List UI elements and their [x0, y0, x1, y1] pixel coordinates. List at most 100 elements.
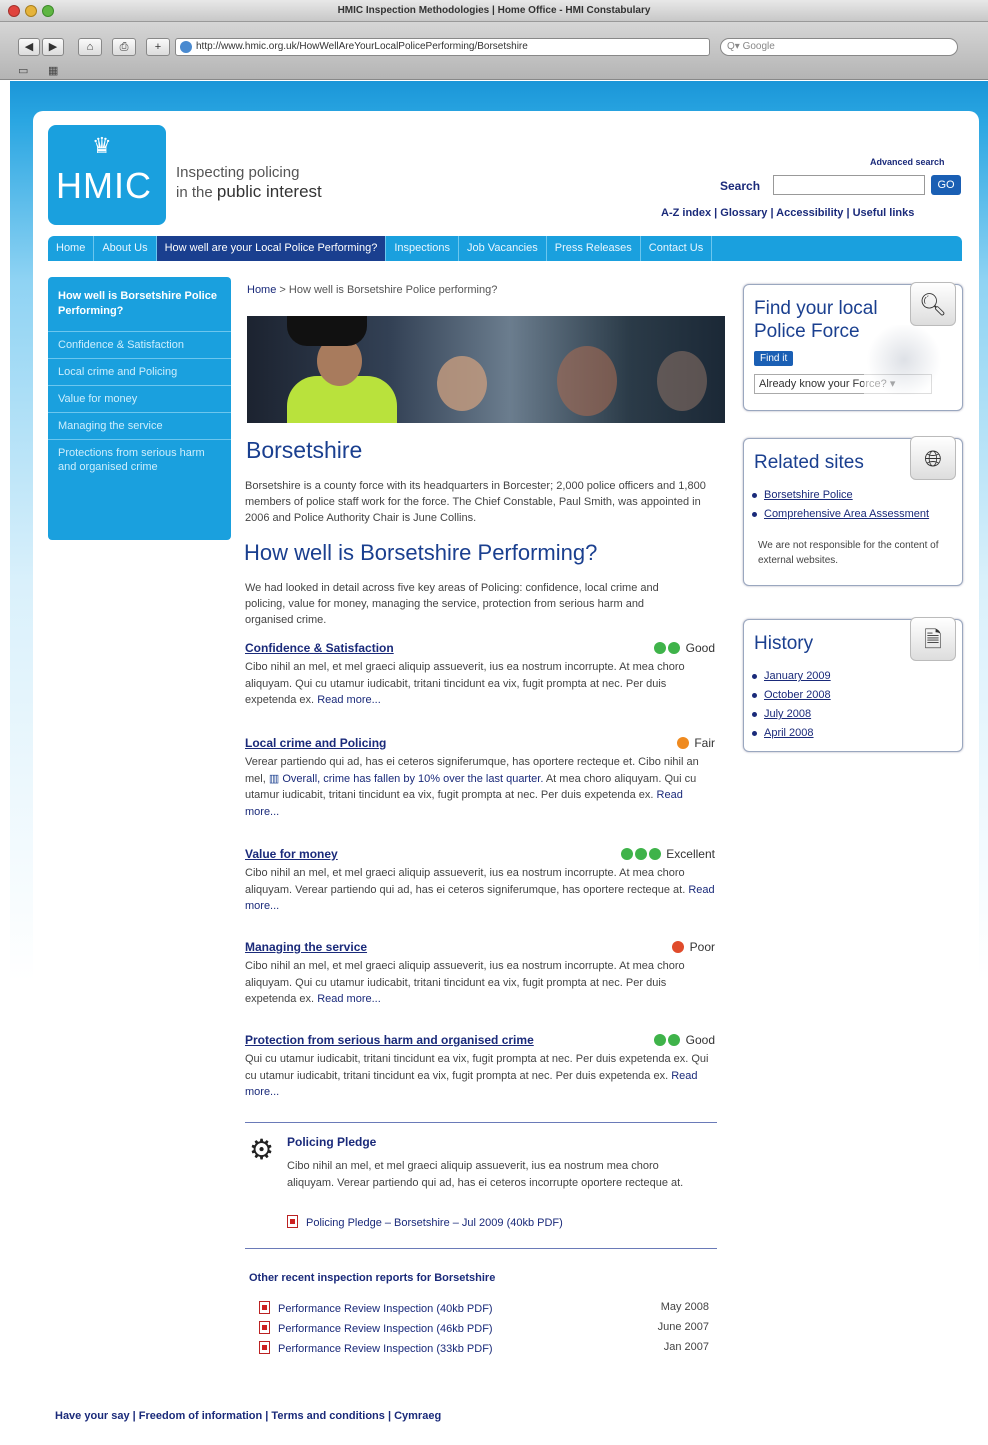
breadcrumb-current: > How well is Borsetshire Police perform… [276, 284, 498, 296]
sidebar-heading[interactable]: How well is Borsetshire Police Performin… [48, 277, 231, 332]
external-sites-note: We are not responsible for the content o… [758, 540, 939, 566]
search-icon: Q▾ [727, 41, 743, 52]
nav-job-vacancies[interactable]: Job Vacancies [459, 236, 547, 261]
sidebar-item-local-crime[interactable]: Local crime and Policing [48, 359, 231, 386]
sidebar-item-confidence[interactable]: Confidence & Satisfaction [48, 332, 231, 359]
go-button[interactable]: GO [931, 175, 961, 195]
url-bar[interactable]: http://www.hmic.org.uk/HowWellAreYourLoc… [175, 38, 710, 56]
section-title[interactable]: Local crime and Policing [245, 736, 715, 750]
good-dot-icon [668, 1034, 681, 1046]
pledge-body: Cibo nihil an mel, et mel graeci aliquip… [287, 1160, 684, 1189]
list-item[interactable]: Borsetshire Police [752, 486, 952, 505]
sidebar-item-value[interactable]: Value for money [48, 386, 231, 413]
rating-badge: Poor [672, 940, 715, 954]
report-item[interactable]: Performance Review Inspection (33kb PDF)… [259, 1341, 709, 1355]
nav-local-police[interactable]: How well are your Local Police Performin… [156, 236, 387, 261]
rating-badge: Excellent [620, 847, 715, 861]
history-widget: 🗎 History January 2009 October 2008 July… [743, 617, 963, 752]
nav-about-us[interactable]: About Us [94, 236, 157, 261]
url-text: http://www.hmic.org.uk/HowWellAreYourLoc… [196, 41, 528, 52]
rating-badge: Fair [676, 736, 715, 750]
section-body: Cibo nihil an mel, et mel graeci aliquip… [245, 867, 715, 912]
nav-home[interactable]: Home [48, 236, 95, 261]
back-button[interactable]: ◀ [18, 38, 40, 56]
top-sites-icon[interactable]: ▦ [48, 64, 58, 77]
chart-icon: ▥ [268, 772, 280, 785]
home-button[interactable]: ⌂ [78, 38, 102, 56]
list-item[interactable]: July 2008 [752, 705, 952, 724]
report-link[interactable]: Performance Review Inspection (33kb PDF) [278, 1343, 493, 1355]
tagline-line-1: Inspecting policing [176, 164, 300, 181]
rating-badge: Good [654, 641, 715, 655]
nav-press-releases[interactable]: Press Releases [547, 236, 641, 261]
site-icon [180, 41, 192, 53]
add-bookmark-button[interactable]: + [146, 38, 170, 56]
list-item[interactable]: April 2008 [752, 724, 952, 743]
read-more-link[interactable]: Read more... [317, 993, 381, 1005]
crime-stat-link[interactable]: Overall, crime has fallen by 10% over th… [282, 773, 543, 785]
list-item[interactable]: Comprehensive Area Assessment [752, 505, 952, 524]
rating-badge: Good [654, 1033, 715, 1047]
report-item[interactable]: Performance Review Inspection (46kb PDF)… [259, 1321, 709, 1335]
reports-heading: Other recent inspection reports for Bors… [249, 1272, 496, 1284]
sidebar-item-protection[interactable]: Protections from serious harm and organi… [48, 440, 231, 480]
pdf-icon [259, 1341, 270, 1354]
find-force-widget: 🔍︎ Find your local Police Force Find it … [743, 282, 963, 411]
sidebar-item-managing[interactable]: Managing the service [48, 413, 231, 440]
find-it-button[interactable]: Find it [754, 351, 794, 366]
report-link[interactable]: Performance Review Inspection (46kb PDF) [278, 1323, 493, 1335]
breadcrumb-home[interactable]: Home [247, 284, 276, 296]
read-more-link[interactable]: Read more... [317, 694, 381, 706]
pledge-title: Policing Pledge [287, 1135, 377, 1149]
report-item[interactable]: Performance Review Inspection (40kb PDF)… [259, 1301, 709, 1315]
magnifier-icon: 🔍︎ [910, 282, 956, 326]
report-date: June 2007 [657, 1321, 709, 1333]
section-managing: Managing the service Poor Cibo nihil an … [245, 940, 715, 1008]
list-item[interactable]: October 2008 [752, 686, 952, 705]
nav-inspections[interactable]: Inspections [386, 236, 460, 261]
main-nav: Home About Us How well are your Local Po… [48, 236, 962, 261]
site-search-input[interactable] [773, 175, 925, 195]
poor-dot-icon [672, 941, 685, 953]
forward-button[interactable]: ▶ [42, 38, 64, 56]
hmic-logo[interactable]: ♛ HMIC [48, 125, 166, 225]
list-item[interactable]: January 2009 [752, 667, 952, 686]
nav-contact-us[interactable]: Contact Us [641, 236, 713, 261]
divider [245, 1248, 717, 1249]
pdf-icon [259, 1301, 270, 1314]
intro-text: Borsetshire is a county force with its h… [245, 480, 706, 524]
good-dot-icon [654, 1034, 667, 1046]
section-confidence: Confidence & Satisfaction Good Cibo nihi… [245, 641, 715, 709]
globe-icon: 🌐︎ [910, 436, 956, 480]
section-protection: Protection from serious harm and organis… [245, 1033, 715, 1101]
pledge-pdf-link[interactable]: Policing Pledge – Borsetshire – Jul 2009… [287, 1215, 563, 1229]
section-body: Cibo nihil an mel, et mel graeci aliquip… [245, 661, 685, 706]
related-sites-widget: 🌐︎ Related sites Borsetshire Police Comp… [743, 436, 963, 586]
browser-toolbar: ◀ ▶ ⌂ ⎙ + http://www.hmic.org.uk/HowWell… [0, 22, 988, 80]
performance-heading: How well is Borsetshire Performing? [244, 540, 598, 565]
good-dot-icon [668, 642, 681, 654]
uk-map-image [864, 325, 944, 395]
utility-links[interactable]: A-Z index | Glossary | Accessibility | U… [661, 207, 914, 219]
history-list: January 2009 October 2008 July 2008 Apri… [752, 667, 952, 743]
footer-links[interactable]: Have your say | Freedom of information |… [55, 1410, 441, 1422]
related-sites-list: Borsetshire Police Comprehensive Area As… [752, 486, 952, 524]
lead-text: We had looked in detail across five key … [245, 582, 659, 626]
police-badge-icon: ⚙ [249, 1134, 275, 1165]
print-button[interactable]: ⎙ [112, 38, 136, 56]
search-label: Search [720, 179, 761, 193]
section-title[interactable]: Confidence & Satisfaction [245, 641, 715, 655]
report-link[interactable]: Performance Review Inspection (40kb PDF) [278, 1303, 493, 1315]
advanced-search-link[interactable]: Advanced search [870, 157, 945, 167]
tagline-line-2: in the public interest [176, 182, 322, 201]
divider [245, 1122, 717, 1123]
good-dot-icon [634, 848, 647, 860]
browser-search-field[interactable]: Q▾ Google [720, 38, 958, 56]
good-dot-icon [654, 642, 667, 654]
section-title[interactable]: Protection from serious harm and organis… [245, 1033, 715, 1047]
section-title[interactable]: Managing the service [245, 940, 715, 954]
window-title: HMIC Inspection Methodologies | Home Off… [337, 5, 651, 16]
report-date: May 2008 [660, 1301, 709, 1313]
bookmarks-icon[interactable]: ▭ [18, 64, 28, 77]
good-dot-icon [648, 848, 661, 860]
